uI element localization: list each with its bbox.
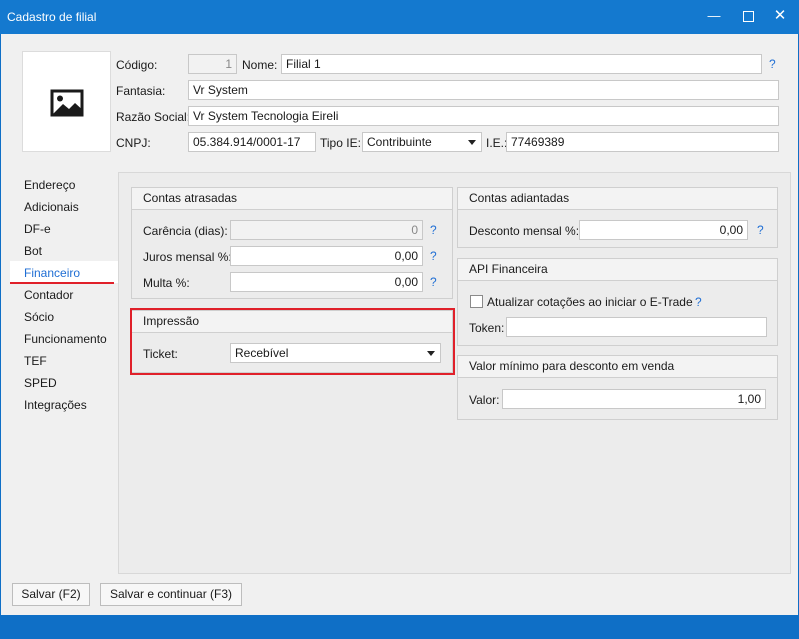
razao-social-label: Razão Social: [116,110,191,124]
ticket-value: Recebível [235,346,289,360]
sidebar-item-tef[interactable]: TEF [24,354,47,368]
sidebar-item-socio[interactable]: Sócio [24,310,54,324]
sidebar-item-financeiro[interactable]: Financeiro [24,266,80,280]
desconto-field[interactable]: 0,00 [579,220,748,240]
multa-label: Multa %: [143,276,190,290]
desconto-help-icon[interactable]: ? [757,223,764,237]
multa-help-icon[interactable]: ? [430,275,437,289]
codigo-field[interactable]: 1 [188,54,237,74]
cnpj-field[interactable]: 05.384.914/0001-17 [188,132,316,152]
valor-minimo-title: Valor mínimo para desconto em venda [458,356,777,378]
nome-label: Nome: [242,58,278,72]
juros-label: Juros mensal %: [143,250,232,264]
token-field[interactable] [506,317,767,337]
tipo-ie-label: Tipo IE: [320,136,361,150]
status-bar [0,616,799,639]
api-financeira-title: API Financeira [458,259,777,281]
fantasia-field[interactable]: Vr System [188,80,779,100]
ie-field[interactable]: 77469389 [506,132,779,152]
ticket-select[interactable]: Recebível [230,343,441,363]
nome-field[interactable]: Filial 1 [281,54,762,74]
salvar-continuar-button[interactable]: Salvar e continuar (F3) [100,583,242,606]
sidebar-item-integracoes[interactable]: Integrações [24,398,87,412]
juros-field[interactable]: 0,00 [230,246,423,266]
sidebar-item-dfe[interactable]: DF-e [24,222,51,236]
tipo-ie-select[interactable]: Contribuinte [362,132,482,152]
fantasia-label: Fantasia: [116,84,166,98]
close-button[interactable]: ✕ [760,0,799,32]
impressao-highlight-frame [130,308,455,375]
cnpj-label: CNPJ: [116,136,151,150]
token-label: Token: [469,321,505,335]
juros-help-icon[interactable]: ? [430,249,437,263]
window-title: Cadastro de filial [7,10,97,24]
atualizar-cotacoes-label: Atualizar cotações ao iniciar o E-Trade [487,295,693,309]
close-icon: ✕ [773,7,787,24]
sidebar-item-bot[interactable]: Bot [24,244,42,258]
photo-box[interactable] [22,51,111,152]
valor-label: Valor: [469,393,500,407]
carencia-label: Carência (dias): [143,224,228,238]
sidebar-item-funcionamento[interactable]: Funcionamento [24,332,107,346]
razao-social-field[interactable]: Vr System Tecnologia Eireli [188,106,779,126]
image-icon [50,89,84,117]
valor-field[interactable]: 1,00 [502,389,766,409]
minimize-icon: — [707,8,721,23]
carencia-field[interactable]: 0 [230,220,423,240]
contas-adiantadas-title: Contas adiantadas [458,188,777,210]
nome-help-icon[interactable]: ? [769,57,776,71]
sidebar-item-adicionais[interactable]: Adicionais [24,200,79,214]
desconto-label: Desconto mensal %: [469,224,580,238]
valor-minimo-group: Valor mínimo para desconto em venda [457,355,778,420]
sidebar-item-endereco[interactable]: Endereço [24,178,75,192]
multa-field[interactable]: 0,00 [230,272,423,292]
title-bar: Cadastro de filial — ✕ [0,0,799,34]
chevron-down-icon [468,140,476,145]
atualizar-help-icon[interactable]: ? [695,295,702,309]
atualizar-cotacoes-checkbox[interactable] [470,295,483,308]
sidebar-item-sped[interactable]: SPED [24,376,57,390]
ie-label: I.E.: [486,136,508,150]
ticket-label: Ticket: [143,347,178,361]
chevron-down-icon [427,351,435,356]
carencia-help-icon[interactable]: ? [430,223,437,237]
contas-atrasadas-title: Contas atrasadas [132,188,452,210]
sidebar-item-contador[interactable]: Contador [24,288,73,302]
tipo-ie-value: Contribuinte [367,135,432,149]
salvar-button[interactable]: Salvar (F2) [12,583,90,606]
active-tab-underline [10,282,114,284]
maximize-icon [742,11,754,23]
codigo-label: Código: [116,58,158,72]
